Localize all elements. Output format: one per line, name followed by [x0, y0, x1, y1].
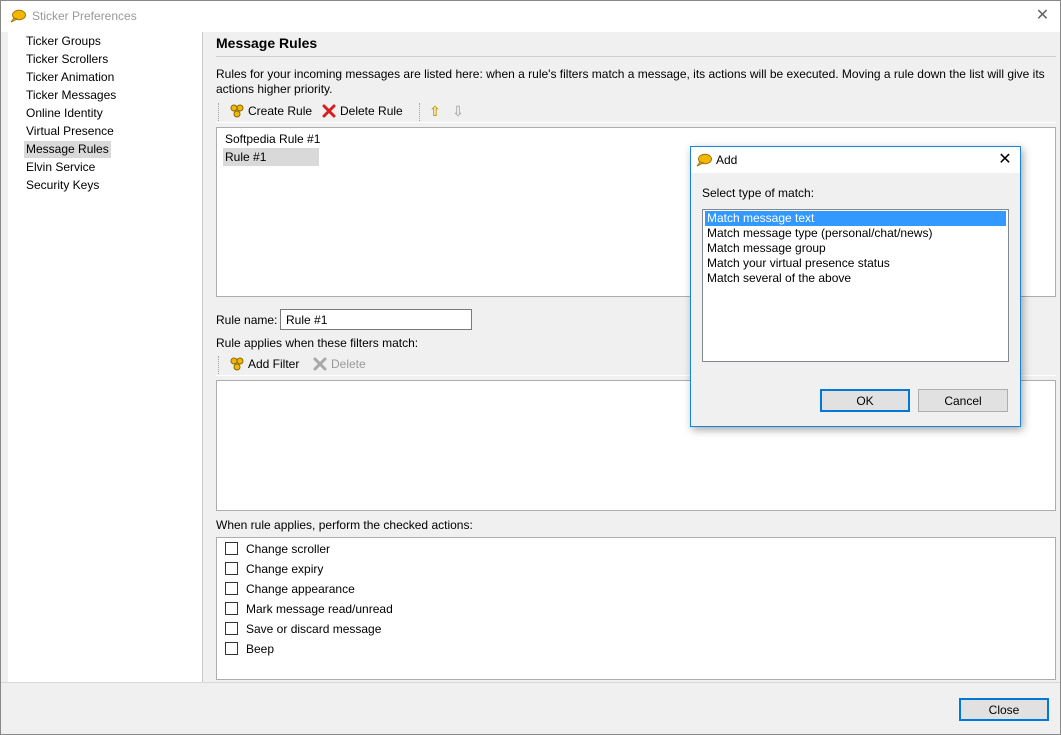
- sidebar-item-ticker-groups[interactable]: Ticker Groups: [24, 33, 103, 50]
- delete-filter-button[interactable]: Delete: [311, 354, 366, 374]
- list-item[interactable]: Match message group: [705, 241, 1006, 256]
- move-down-arrow-icon[interactable]: ⇩: [451, 101, 465, 121]
- dialog-title-bar: Add ✕: [691, 147, 1020, 173]
- checkbox[interactable]: [225, 581, 238, 595]
- ok-button[interactable]: OK: [820, 389, 910, 412]
- action-mark-read-unread[interactable]: Mark message read/unread: [225, 600, 393, 618]
- sidebar-item-security-keys[interactable]: Security Keys: [24, 177, 101, 194]
- create-rule-icon: [230, 104, 244, 118]
- delete-rule-button[interactable]: Delete Rule: [320, 101, 403, 121]
- title-bar: Sticker Preferences ✕: [1, 1, 1060, 32]
- speech-bubble-icon: [696, 153, 712, 167]
- list-item[interactable]: Match several of the above: [705, 271, 1006, 286]
- match-type-list[interactable]: Match message text Match message type (p…: [702, 209, 1009, 362]
- rule-name-input[interactable]: [280, 309, 472, 330]
- add-filter-label: Add Filter: [248, 357, 300, 371]
- list-item[interactable]: Match your virtual presence status: [705, 256, 1006, 271]
- window-close-button[interactable]: ✕: [1025, 1, 1060, 31]
- sidebar-nav: Ticker Groups Ticker Scrollers Ticker An…: [8, 32, 203, 682]
- action-change-expiry[interactable]: Change expiry: [225, 560, 323, 578]
- add-filter-icon: [230, 357, 244, 371]
- action-save-or-discard[interactable]: Save or discard message: [225, 620, 381, 638]
- action-change-appearance[interactable]: Change appearance: [225, 580, 355, 598]
- rules-toolbar: Create Rule Delete Rule ⇧ ⇩: [216, 101, 1056, 123]
- page-description: Rules for your incoming messages are lis…: [216, 67, 1045, 96]
- sidebar-item-online-identity[interactable]: Online Identity: [24, 105, 105, 122]
- speech-bubble-icon: [10, 9, 26, 23]
- checkbox[interactable]: [225, 641, 238, 655]
- action-beep[interactable]: Beep: [225, 640, 274, 658]
- cancel-button[interactable]: Cancel: [918, 389, 1008, 412]
- sidebar-item-virtual-presence[interactable]: Virtual Presence: [24, 123, 116, 140]
- delete-filter-label: Delete: [331, 357, 366, 371]
- list-item[interactable]: Softpedia Rule #1: [223, 130, 322, 148]
- create-rule-button[interactable]: Create Rule: [228, 101, 312, 121]
- delete-x-icon: [322, 104, 336, 118]
- actions-label: When rule applies, perform the checked a…: [216, 518, 473, 532]
- add-match-dialog: Add ✕ Select type of match: Match messag…: [690, 146, 1021, 427]
- filters-label: Rule applies when these filters match:: [216, 336, 419, 350]
- title-divider: [216, 56, 1056, 57]
- checkbox[interactable]: [225, 601, 238, 615]
- dialog-title: Add: [716, 153, 738, 167]
- toolbar-separator: [218, 103, 219, 121]
- delete-rule-label: Delete Rule: [340, 104, 403, 118]
- close-button[interactable]: Close: [959, 698, 1049, 721]
- rule-name-label: Rule name:: [216, 313, 278, 327]
- list-item[interactable]: Rule #1: [223, 148, 319, 166]
- page-title: Message Rules: [216, 35, 318, 51]
- checkbox[interactable]: [225, 541, 238, 555]
- checkbox[interactable]: [225, 561, 238, 575]
- sidebar-item-message-rules[interactable]: Message Rules: [24, 141, 111, 158]
- actions-list: Change scroller Change expiry Change app…: [216, 537, 1056, 680]
- action-change-scroller[interactable]: Change scroller: [225, 540, 330, 558]
- create-rule-label: Create Rule: [248, 104, 313, 118]
- toolbar-separator: [419, 103, 420, 121]
- sidebar-item-elvin-service[interactable]: Elvin Service: [24, 159, 97, 176]
- add-filter-button[interactable]: Add Filter: [228, 354, 299, 374]
- dialog-prompt: Select type of match:: [702, 186, 815, 200]
- window-title: Sticker Preferences: [32, 9, 137, 23]
- toolbar-separator: [218, 356, 219, 374]
- dialog-close-button[interactable]: ✕: [991, 149, 1019, 171]
- footer-divider: [1, 682, 1060, 683]
- sidebar-item-ticker-scrollers[interactable]: Ticker Scrollers: [24, 51, 110, 68]
- delete-x-icon: [313, 357, 327, 371]
- checkbox[interactable]: [225, 621, 238, 635]
- list-item[interactable]: Match message type (personal/chat/news): [705, 226, 1006, 241]
- list-item[interactable]: Match message text: [705, 211, 1006, 226]
- sidebar-item-ticker-messages[interactable]: Ticker Messages: [24, 87, 118, 104]
- sidebar-item-ticker-animation[interactable]: Ticker Animation: [24, 69, 116, 86]
- move-up-arrow-icon[interactable]: ⇧: [428, 101, 442, 121]
